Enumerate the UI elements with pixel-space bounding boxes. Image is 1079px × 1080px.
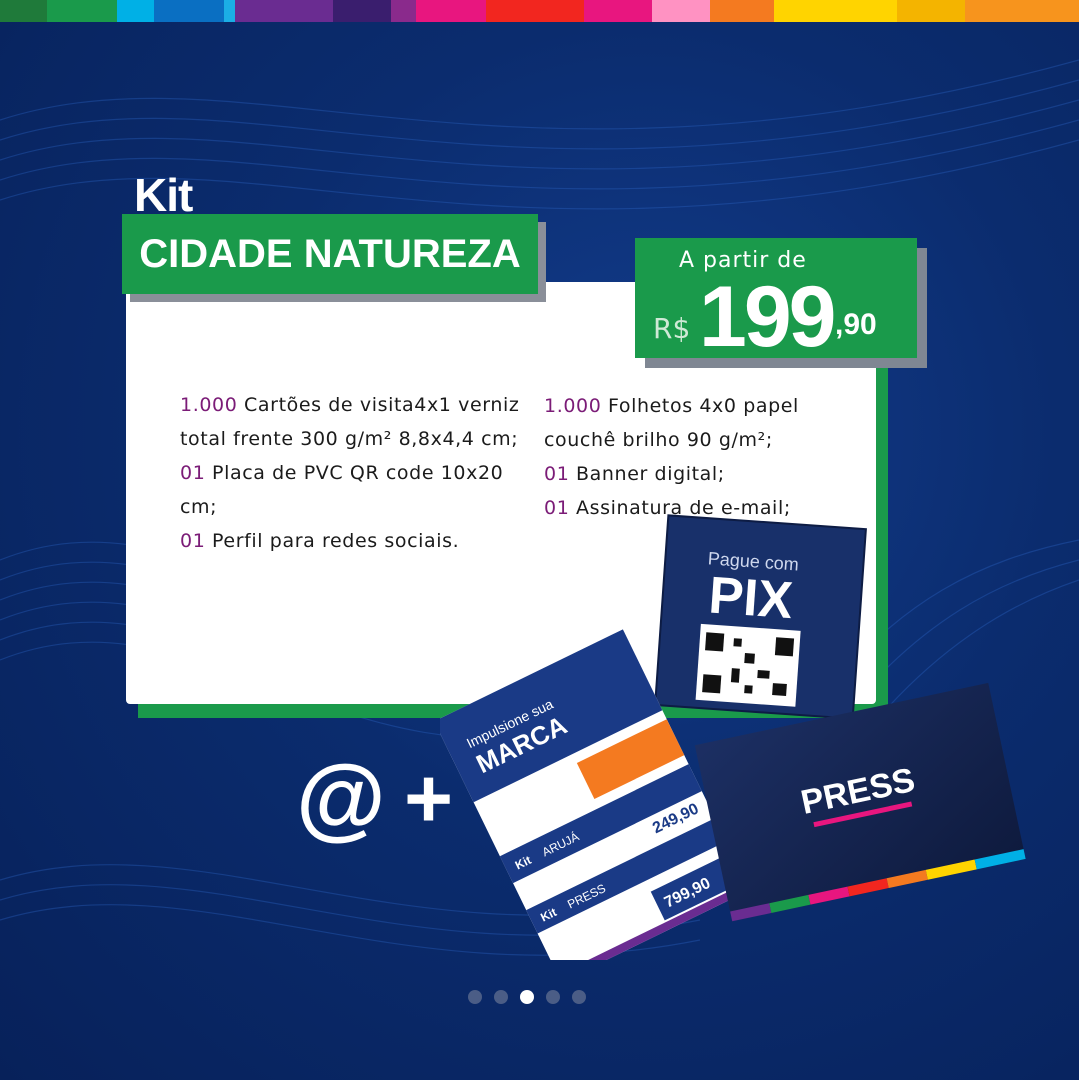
- list-item: 1.000 Folhetos 4x0 papel couchê brilho 9…: [544, 389, 844, 457]
- price-decimal: ,90: [835, 308, 877, 341]
- item-qty: 01: [180, 462, 206, 484]
- pix-plaque: Pague com PIX: [654, 514, 867, 720]
- business-card: PRESS: [694, 682, 1026, 922]
- carousel-dots: [468, 990, 586, 1004]
- at-icon: @: [296, 747, 386, 849]
- price-currency: R$: [653, 312, 691, 345]
- list-item: 01 Banner digital;: [544, 457, 844, 491]
- list-item: 1.000 Cartões de visita4x1 verniz total …: [180, 388, 520, 456]
- item-text: Perfil para redes sociais.: [205, 530, 460, 552]
- carousel-dot[interactable]: [494, 990, 508, 1004]
- item-qty: 1.000: [544, 395, 602, 417]
- pix-title: PIX: [707, 566, 795, 630]
- item-text: Banner digital;: [569, 463, 725, 485]
- items-list-right: 1.000 Folhetos 4x0 papel couchê brilho 9…: [544, 389, 844, 525]
- carousel-dot[interactable]: [572, 990, 586, 1004]
- item-qty: 01: [544, 463, 570, 485]
- product-mockups: Pague com PIX Impulsione sua MARCA Kit A…: [440, 514, 1026, 960]
- item-qty: 1.000: [180, 394, 238, 416]
- price-integer: 199: [699, 269, 836, 365]
- carousel-dot-active[interactable]: [520, 990, 534, 1004]
- carousel-dot[interactable]: [468, 990, 482, 1004]
- carousel-dot[interactable]: [546, 990, 560, 1004]
- kit-title: CIDADE NATUREZA: [122, 214, 538, 294]
- item-qty: 01: [180, 530, 206, 552]
- price-badge: A partir de R$ 199 ,90: [635, 238, 917, 365]
